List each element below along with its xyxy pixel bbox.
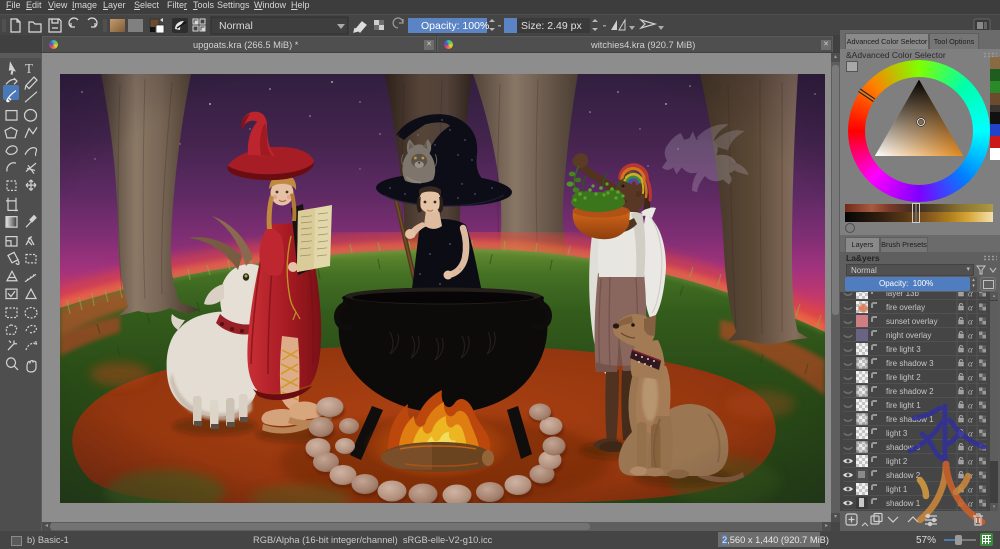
svg-text:α: α <box>968 359 973 369</box>
svg-text:α: α <box>968 373 973 383</box>
svg-text:α: α <box>968 331 973 341</box>
svg-text:α: α <box>968 317 973 327</box>
svg-text:α: α <box>968 303 973 313</box>
svg-text:α: α <box>968 345 973 355</box>
svg-text:Normal: Normal <box>219 20 253 32</box>
svg-text:Opacity: 100%: Opacity: 100% <box>421 20 489 32</box>
svg-text:T: T <box>25 61 33 76</box>
svg-text:α: α <box>968 387 973 397</box>
svg-text:α: α <box>968 292 973 299</box>
svg-text:Size: 2.49 px: Size: 2.49 px <box>521 20 582 32</box>
